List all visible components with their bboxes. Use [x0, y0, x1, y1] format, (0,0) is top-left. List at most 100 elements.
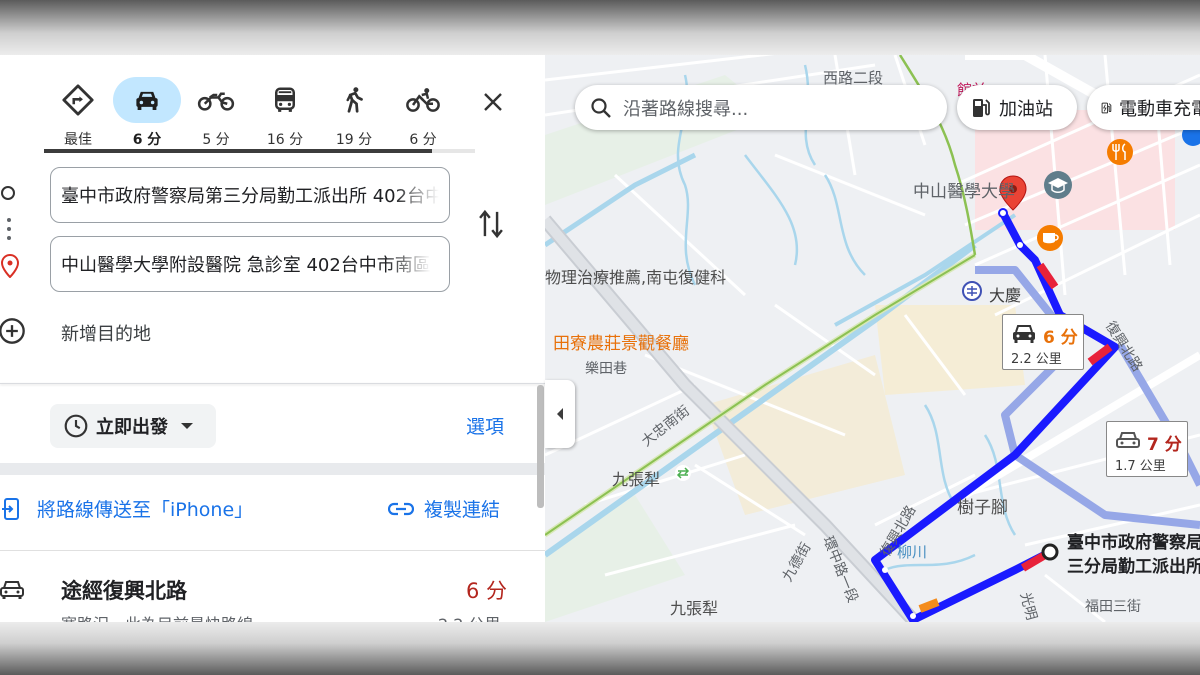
divider — [0, 550, 545, 551]
route-search-placeholder: 沿著路線搜尋... — [623, 98, 749, 120]
scrollbar[interactable] — [537, 385, 544, 508]
mode-walking[interactable]: 19 分 — [320, 77, 388, 149]
route-subtitle: 塞路況，此為目前最快路線 — [61, 611, 253, 622]
route-search-input[interactable]: 沿著路線搜尋... — [575, 85, 947, 130]
chip-gas-station-label: 加油站 — [999, 98, 1053, 120]
copy-link-button[interactable]: 複製連結 — [388, 495, 500, 522]
map-label-origin: 三分局勤工派出所 — [1067, 557, 1200, 577]
map-label-university: 中山醫學大學 — [913, 182, 1015, 202]
map-label-origin: 臺中市政府警察局第 — [1067, 533, 1200, 553]
map-canvas[interactable]: 西路二段 館前 中山醫學大學 物理治療推薦,南屯復健科 大慶 復興北路 田寮農莊… — [545, 55, 1200, 622]
map-label-area: 樹子腳 — [957, 498, 1008, 518]
university-icon — [1044, 171, 1072, 199]
route-end-dot — [998, 208, 1008, 218]
link-icon — [388, 502, 414, 515]
alternate-route-distance: 1.7 公里 — [1115, 459, 1166, 474]
search-icon — [591, 97, 611, 118]
route-title[interactable]: 途經復興北路 — [61, 575, 187, 605]
mode-motorcycle[interactable]: 5 分 — [182, 77, 250, 149]
alternate-route-time: 7 分 — [1147, 435, 1182, 455]
map-label-restaurant: 田寮農莊景觀餐廳 — [553, 334, 689, 354]
mode-motorcycle-label: 5 分 — [202, 132, 230, 148]
restaurant-icon — [1107, 139, 1133, 165]
route-dot — [910, 613, 916, 619]
origin-marker — [1041, 543, 1059, 561]
depart-now-dropdown[interactable]: 立即出發 — [50, 404, 216, 448]
clock-icon — [64, 414, 88, 438]
send-to-device-icon — [2, 497, 19, 520]
map-label-station: 大慶 — [989, 286, 1022, 305]
chip-ev-charging-label: 電動車充電站 — [1119, 98, 1200, 120]
copy-link-label: 複製連結 — [424, 499, 501, 521]
add-circle-icon — [0, 318, 25, 344]
ev-charging-icon — [1101, 102, 1112, 113]
chevron-left-icon — [557, 408, 563, 420]
mode-walking-label: 19 分 — [335, 132, 373, 148]
origin-input-value: 臺中市政府警察局第三分局勤工派出所 402台中市南區 — [61, 186, 439, 207]
traffic-heavy-segment — [1020, 551, 1048, 572]
send-to-phone-label: 將路線傳送至「iPhone」 — [37, 499, 254, 521]
top-frame-border — [0, 0, 1200, 55]
primary-route-time: 6 分 — [1043, 328, 1078, 348]
best-route-icon — [44, 77, 112, 123]
walking-icon — [320, 77, 388, 123]
route-dot — [7, 236, 11, 240]
destination-pin-icon — [0, 253, 20, 282]
gas-station-icon — [973, 98, 990, 117]
route-distance: 2.2 公里 — [438, 611, 501, 622]
maps-app: 最佳 6 分 5 分 16 分 19 分 6 分 臺中市政府警察局第三分局勤工派… — [0, 55, 1200, 622]
mode-transit-label: 16 分 — [266, 132, 304, 148]
send-to-phone-link[interactable]: 將路線傳送至「iPhone」 — [0, 495, 253, 522]
origin-input[interactable]: 臺中市政府警察局第三分局勤工派出所 402台中市南區 — [50, 167, 450, 223]
route-dot — [7, 218, 11, 222]
mode-cycling[interactable]: 6 分 — [389, 77, 457, 149]
metro-station-icon — [962, 281, 982, 301]
destination-input[interactable]: 中山醫學大學附設醫院 急診室 402台中市南區 — [50, 236, 450, 292]
mode-tab-underline-fill — [44, 149, 432, 153]
cafe-icon — [1037, 225, 1063, 251]
add-destination-label[interactable]: 新增目的地 — [61, 320, 151, 346]
alternate-route-callout[interactable]: 7 分 1.7 公里 — [1106, 421, 1188, 477]
caret-down-icon — [181, 423, 193, 429]
route-car-icon — [0, 579, 24, 605]
route-time: 6 分 — [466, 579, 508, 603]
map-label-clinic: 物理治療推薦,南屯復健科 — [545, 268, 727, 287]
bicycle-icon — [389, 77, 457, 123]
chip-ev-charging[interactable]: 電動車充電站 — [1087, 85, 1200, 130]
car-icon — [1013, 325, 1035, 343]
mode-driving[interactable]: 6 分 — [113, 77, 181, 149]
map-label-lane: 樂田巷 — [585, 361, 627, 377]
rail-station-icon — [675, 465, 691, 481]
destination-input-value: 中山醫學大學附設醫院 急診室 402台中市南區 — [61, 255, 431, 276]
mode-driving-label: 6 分 — [132, 132, 162, 148]
mode-best-label: 最佳 — [64, 132, 92, 148]
map-label-area: 九張犁 — [612, 470, 661, 489]
mode-tab-underline — [44, 149, 475, 153]
map-label-area: 九張犁 — [670, 599, 719, 618]
bottom-frame-border — [0, 622, 1200, 675]
mode-transit[interactable]: 16 分 — [251, 77, 319, 149]
bus-icon — [251, 77, 319, 123]
route-dot — [1017, 242, 1023, 248]
map-label-river: 柳川 — [897, 543, 928, 561]
close-button[interactable] — [476, 85, 510, 119]
section-separator — [0, 463, 545, 475]
chip-gas-station[interactable]: 加油站 — [957, 85, 1077, 130]
route-dot — [882, 567, 888, 573]
close-icon — [484, 93, 502, 111]
origin-circle-icon — [1, 186, 15, 200]
divider — [0, 383, 545, 384]
car-icon — [113, 77, 181, 123]
options-link[interactable]: 選項 — [466, 412, 504, 439]
directions-panel: 最佳 6 分 5 分 16 分 19 分 6 分 臺中市政府警察局第三分局勤工派… — [0, 55, 545, 622]
collapse-panel-button[interactable] — [545, 380, 575, 448]
mode-best[interactable]: 最佳 — [44, 77, 112, 149]
swap-icon — [479, 209, 503, 239]
mode-cycling-label: 6 分 — [409, 132, 437, 148]
swap-button[interactable] — [476, 207, 506, 245]
primary-route-callout[interactable]: 6 分 2.2 公里 — [1002, 314, 1084, 370]
map-label-street: 福田三街 — [1085, 599, 1141, 615]
route-dot — [7, 227, 11, 231]
motorcycle-icon — [182, 77, 250, 123]
car-icon — [1116, 432, 1140, 448]
